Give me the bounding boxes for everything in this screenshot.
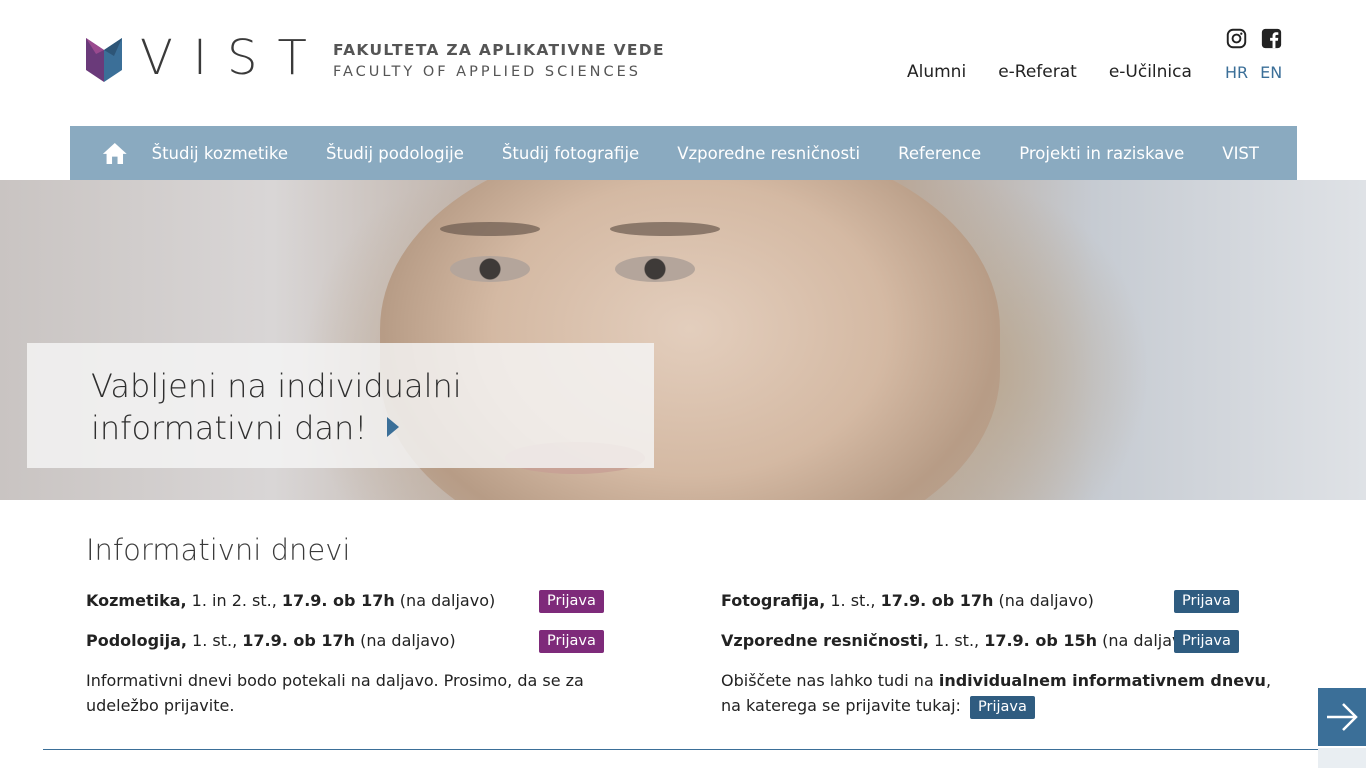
- home-icon[interactable]: [102, 139, 128, 167]
- program-level: 1. in 2. st.,: [186, 591, 282, 610]
- program-mode: (na daljavo): [355, 631, 456, 650]
- info-row-fotografija: Fotografija, 1. st., 17.9. ob 17h (na da…: [721, 591, 1094, 610]
- caret-right-icon: [387, 417, 400, 437]
- hero-promo-text[interactable]: Vabljeni na individualni informativni da…: [91, 365, 571, 449]
- prijava-button-fotografija[interactable]: Prijava: [1174, 590, 1239, 613]
- nav-item-studij-kozmetike[interactable]: Študij kozmetike: [152, 144, 288, 163]
- nav-item-vist[interactable]: VIST: [1222, 144, 1259, 163]
- e-referat-link[interactable]: e-Referat: [998, 62, 1077, 82]
- hero-image-eye: [450, 256, 530, 282]
- hero-banner: Vabljeni na individualni informativni da…: [0, 180, 1366, 500]
- section-divider: [43, 749, 1323, 750]
- side-next-button[interactable]: [1318, 688, 1366, 746]
- info-days-title: Informativni dnevi: [86, 533, 351, 567]
- program-level: 1. st.,: [825, 591, 881, 610]
- info-row-kozmetika: Kozmetika, 1. in 2. st., 17.9. ob 17h (n…: [86, 591, 495, 610]
- side-secondary-button[interactable]: [1318, 748, 1366, 768]
- tagline-english: FACULTY OF APPLIED SCIENCES: [333, 64, 641, 80]
- program-mode: (na daljavo): [394, 591, 496, 610]
- program-name: Fotografija,: [721, 591, 826, 610]
- hero-image-eye: [615, 256, 695, 282]
- instagram-icon[interactable]: [1226, 28, 1247, 49]
- program-date: 17.9. ob 15h: [984, 631, 1097, 650]
- vist-logo-icon[interactable]: [86, 38, 122, 82]
- info-note-left: Informativni dnevi bodo potekali na dalj…: [86, 671, 584, 715]
- hero-image-brow: [440, 222, 540, 236]
- info-row-podologija: Podologija, 1. st., 17.9. ob 17h (na dal…: [86, 631, 456, 650]
- e-ucilnica-link[interactable]: e-Učilnica: [1109, 62, 1192, 82]
- hero-line-2: informativni dan!: [91, 409, 368, 447]
- lang-en-link[interactable]: EN: [1260, 63, 1282, 82]
- alumni-link[interactable]: Alumni: [907, 62, 966, 82]
- main-nav: Študij kozmetike Študij podologije Študi…: [70, 126, 1297, 180]
- nav-item-projekti-in-raziskave[interactable]: Projekti in raziskave: [1019, 144, 1184, 163]
- tagline-slovene: FAKULTETA ZA APLIKATIVNE VEDE: [333, 41, 665, 59]
- lang-hr-link[interactable]: HR: [1225, 63, 1248, 82]
- hero-promo-box[interactable]: Vabljeni na individualni informativni da…: [27, 343, 654, 468]
- note-text: Obiščete nas lahko tudi na: [721, 671, 939, 690]
- language-switcher: HR EN: [1225, 63, 1294, 82]
- note-bold-text: individualnem informativnem dnevu: [938, 671, 1266, 690]
- program-date: 17.9. ob 17h: [281, 591, 395, 610]
- prijava-button-kozmetika[interactable]: Prijava: [539, 590, 604, 613]
- prijava-button-podologija[interactable]: Prijava: [539, 630, 604, 653]
- nav-item-studij-fotografije[interactable]: Študij fotografije: [502, 144, 639, 163]
- program-name: Vzporedne resničnosti,: [721, 631, 929, 650]
- program-level: 1. st.,: [928, 631, 985, 650]
- program-mode: (na daljavo): [993, 591, 1094, 610]
- program-level: 1. st.,: [186, 631, 243, 650]
- program-name: Kozmetika,: [86, 591, 187, 610]
- nav-item-reference[interactable]: Reference: [898, 144, 981, 163]
- prijava-button-individual[interactable]: Prijava: [970, 696, 1035, 719]
- nav-item-studij-podologije[interactable]: Študij podologije: [326, 144, 464, 163]
- info-row-vzporedne-resnicnosti: Vzporedne resničnosti, 1. st., 17.9. ob …: [721, 631, 1198, 650]
- program-name: Podologija,: [86, 631, 187, 650]
- brand-name[interactable]: VIST: [140, 28, 327, 88]
- nav-item-vzporedne-resnicnosti[interactable]: Vzporedne resničnosti: [677, 144, 860, 163]
- program-date: 17.9. ob 17h: [242, 631, 356, 650]
- hero-line-1: Vabljeni na individualni: [91, 367, 462, 405]
- program-date: 17.9. ob 17h: [880, 591, 994, 610]
- info-note-right: Obiščete nas lahko tudi na individualnem…: [721, 668, 1281, 719]
- arrow-right-icon: [1327, 703, 1358, 731]
- site-header: VIST FAKULTETA ZA APLIKATIVNE VEDE FACUL…: [0, 0, 1366, 126]
- utility-links: Alumni e-Referat e-Učilnica: [907, 62, 1224, 82]
- prijava-button-vzporedne-resnicnosti[interactable]: Prijava: [1174, 630, 1239, 653]
- facebook-icon[interactable]: [1261, 28, 1282, 49]
- hero-image-brow: [610, 222, 720, 236]
